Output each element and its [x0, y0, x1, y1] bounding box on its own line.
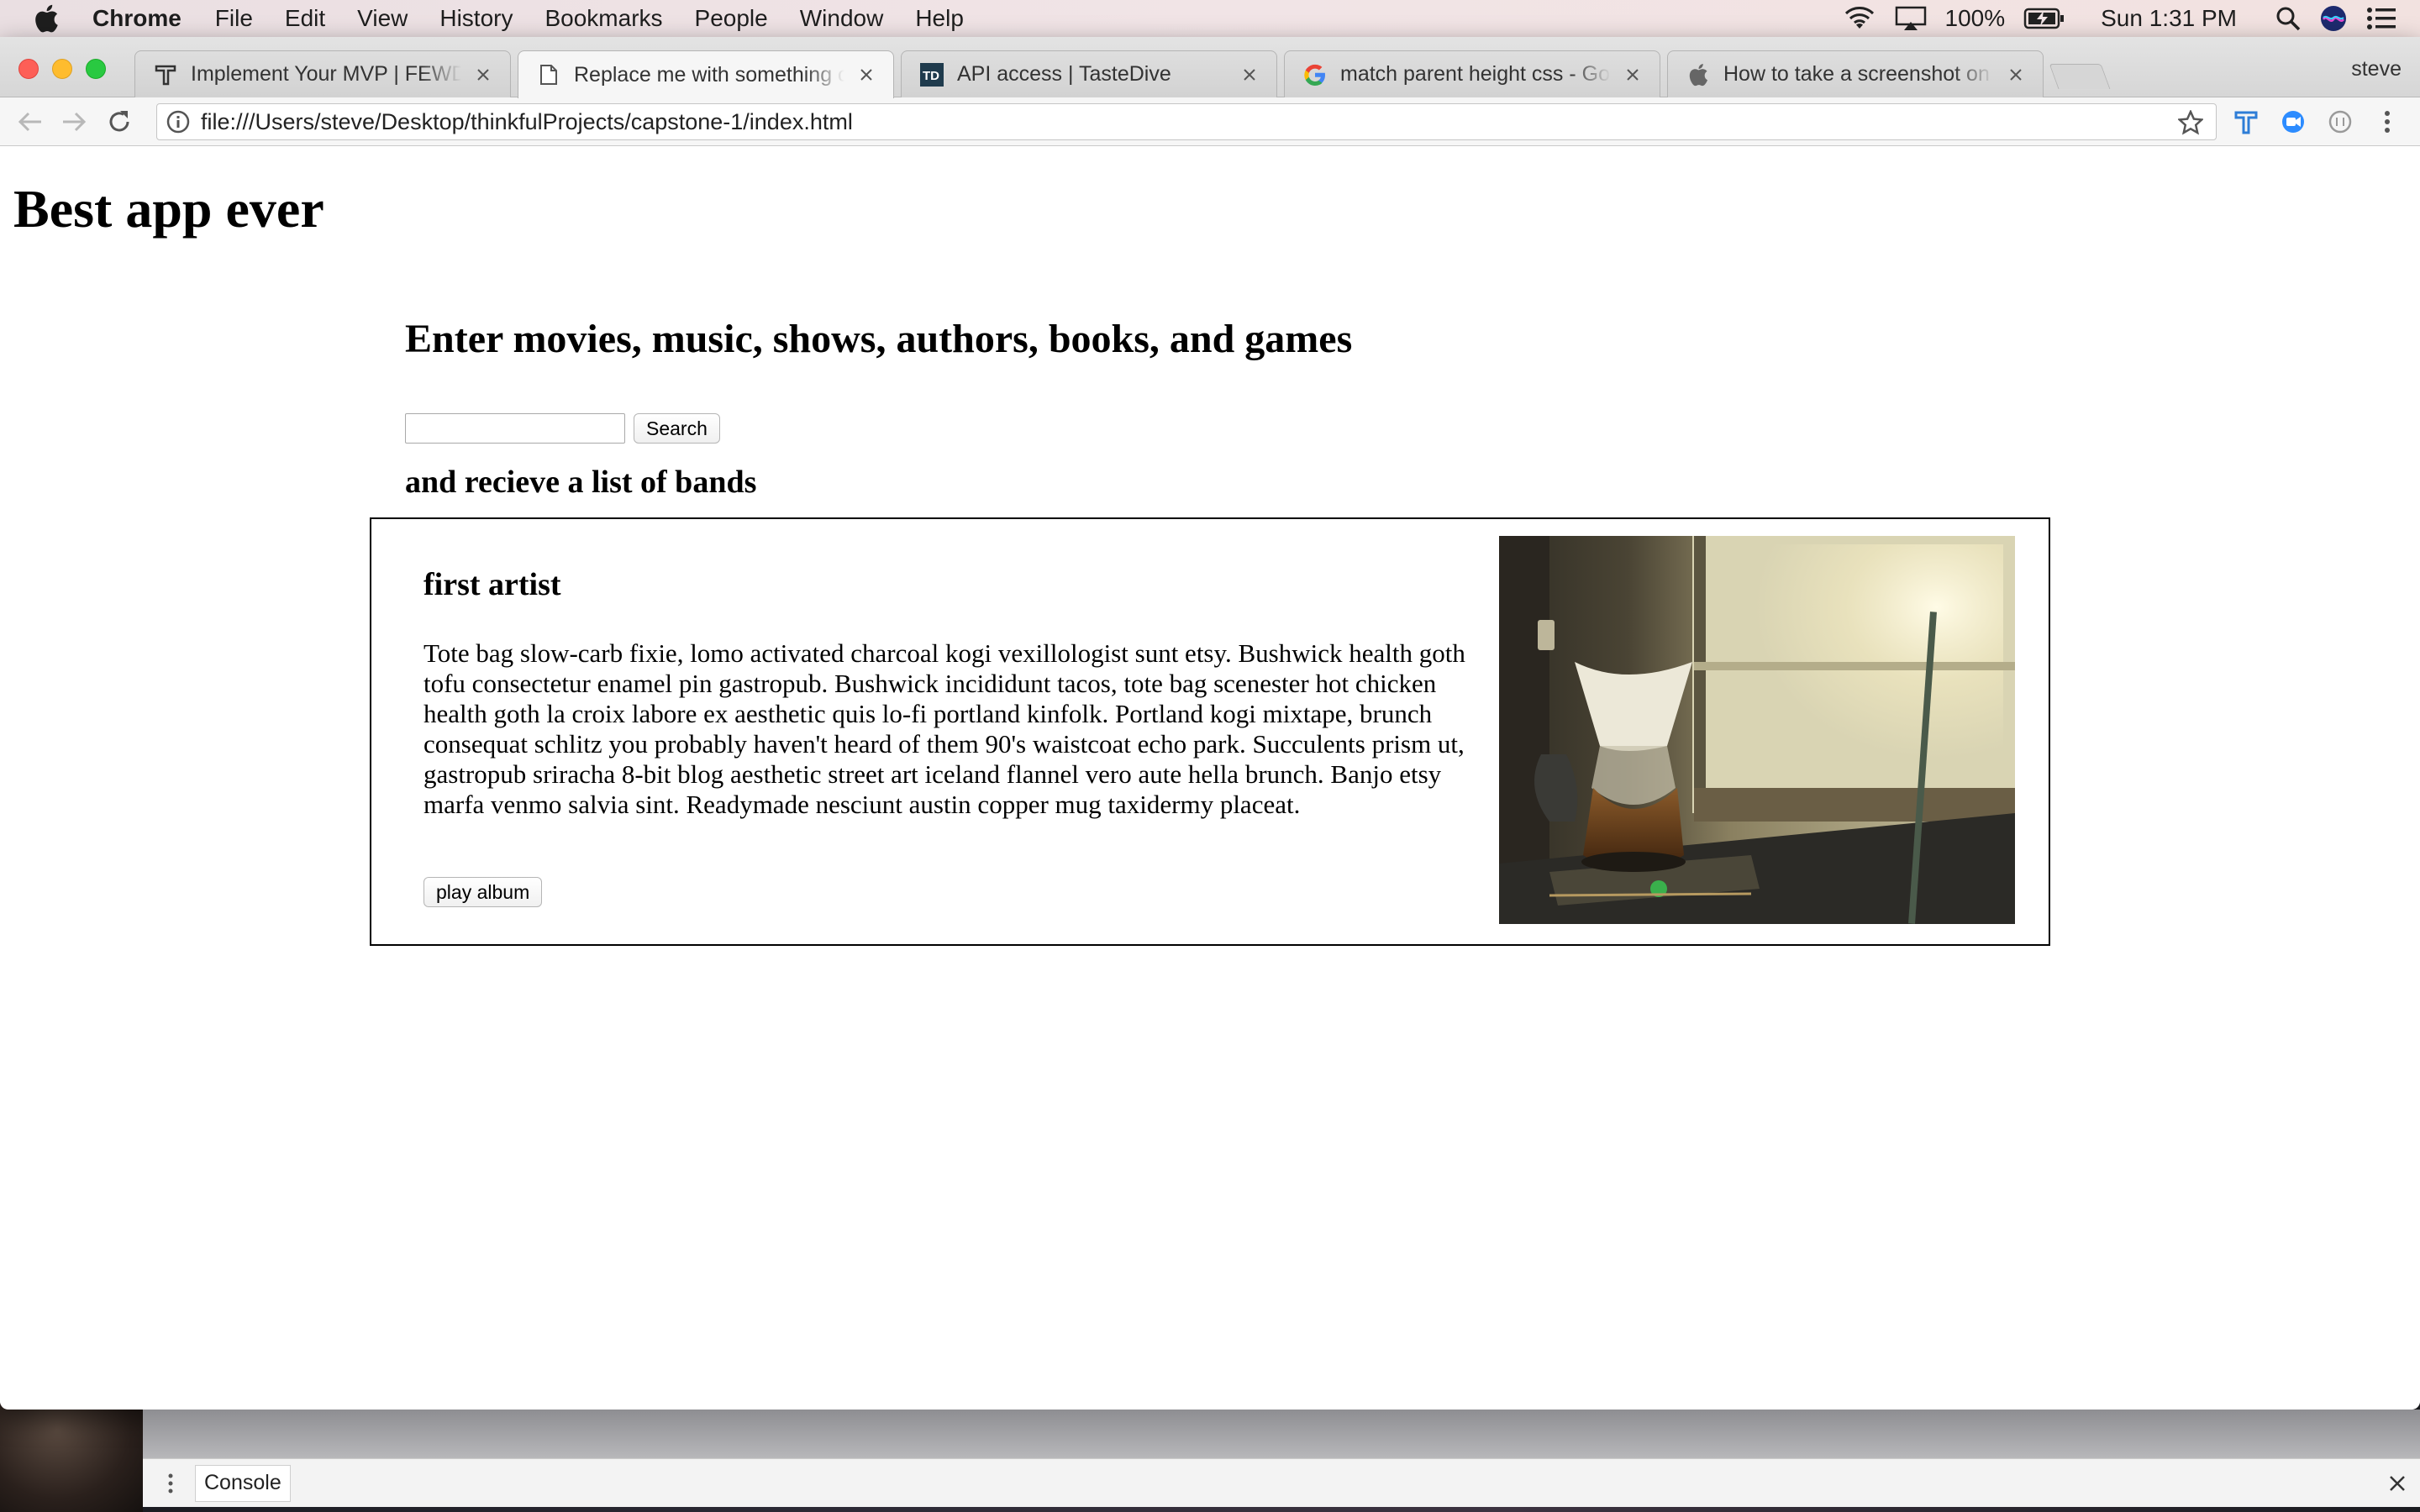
wallpaper-rock: [0, 1394, 143, 1512]
close-tab-icon[interactable]: [473, 65, 493, 85]
devtools-menu-icon[interactable]: [158, 1467, 183, 1500]
document-icon: [537, 63, 560, 87]
zoom-window-button[interactable]: [86, 59, 106, 79]
menu-extras: 100% Sun 1:31 PM: [1843, 0, 2397, 37]
close-icon[interactable]: [2383, 1469, 2412, 1498]
spotlight-search-icon[interactable]: [2275, 6, 2301, 31]
artist-description: Tote bag slow-carb fixie, lomo activated…: [424, 638, 1465, 819]
devtools-drawer: Console: [143, 1458, 2420, 1507]
battery-charging-icon[interactable]: [2023, 8, 2065, 29]
airplay-icon[interactable]: [1895, 6, 1927, 31]
tab-title: API access | TasteDive: [957, 62, 1171, 86]
menu-edit[interactable]: Edit: [285, 5, 325, 32]
close-tab-icon[interactable]: [1623, 65, 1643, 85]
macos-menu-bar: Chrome File Edit View History Bookmarks …: [0, 0, 2420, 37]
profile-name[interactable]: steve: [2351, 57, 2402, 81]
search-prompt-heading: Enter movies, music, shows, authors, boo…: [405, 317, 1353, 361]
tab-title: match parent height css - Google Search: [1340, 62, 1611, 86]
site-info-icon[interactable]: [166, 109, 191, 134]
menu-app-chrome[interactable]: Chrome: [92, 5, 182, 32]
close-tab-icon[interactable]: [1239, 65, 1260, 85]
tab-tastedive[interactable]: TD API access | TasteDive: [901, 50, 1277, 97]
tab-title: Implement Your MVP | FEWD-Capstone: [191, 62, 461, 86]
menu-view[interactable]: View: [357, 5, 408, 32]
tab-title: Replace me with something clever: [574, 62, 844, 87]
forward-arrow-icon[interactable]: [57, 105, 91, 139]
chrome-menu-icon[interactable]: [2373, 108, 2402, 136]
extension-icons: [2232, 108, 2402, 136]
battery-percentage: 100%: [1944, 5, 2006, 31]
new-tab-button[interactable]: [2049, 64, 2111, 89]
url-text[interactable]: file:///Users/steve/Desktop/thinkfulProj…: [201, 109, 853, 135]
artist-image: [1499, 536, 2015, 924]
apple-icon: [1686, 63, 1710, 87]
search-button[interactable]: Search: [634, 413, 720, 444]
tab-replace-me[interactable]: Replace me with something clever: [518, 50, 894, 98]
google-icon: [1303, 63, 1327, 87]
window-controls: [18, 59, 106, 79]
artist-result-card: first artist Tote bag slow-carb fixie, l…: [370, 517, 2050, 946]
tab-implement-your-mvp[interactable]: Implement Your MVP | FEWD-Capstone: [134, 50, 511, 97]
menu-help[interactable]: Help: [915, 5, 964, 32]
thinkful-extension-icon[interactable]: [2232, 108, 2260, 136]
menu-bookmarks[interactable]: Bookmarks: [544, 5, 662, 32]
close-tab-icon[interactable]: [2006, 65, 2026, 85]
video-extension-icon[interactable]: [2279, 108, 2307, 136]
svg-text:TD: TD: [923, 69, 939, 83]
browser-toolbar: file:///Users/steve/Desktop/thinkfulProj…: [0, 97, 2420, 146]
page-title: Best app ever: [13, 179, 324, 239]
page-content: Best app ever Enter movies, music, shows…: [0, 146, 2420, 1409]
devtools-shadow: [143, 1410, 2420, 1458]
bookmark-star-icon[interactable]: [2177, 109, 2204, 136]
artist-name: first artist: [424, 567, 561, 602]
menu-file[interactable]: File: [215, 5, 253, 32]
notification-center-icon[interactable]: [2366, 6, 2396, 31]
close-tab-icon[interactable]: [856, 65, 876, 85]
devtools-console-tab[interactable]: Console: [195, 1464, 291, 1502]
tab-google-search[interactable]: match parent height css - Google Search: [1284, 50, 1660, 97]
apple-menu-icon[interactable]: [32, 3, 60, 34]
chrome-window: Implement Your MVP | FEWD-Capstone Repla…: [0, 37, 2420, 1410]
close-window-button[interactable]: [18, 59, 39, 79]
search-input[interactable]: [405, 413, 625, 444]
tastedive-icon: TD: [920, 62, 944, 87]
address-bar[interactable]: file:///Users/steve/Desktop/thinkfulProj…: [156, 103, 2217, 140]
tab-title: How to take a screenshot on your Mac: [1723, 62, 1994, 86]
menu-history[interactable]: History: [439, 5, 513, 32]
play-album-button[interactable]: play album: [424, 877, 543, 907]
menu-people[interactable]: People: [695, 5, 768, 32]
gray-extension-icon[interactable]: [2326, 108, 2354, 136]
wifi-icon[interactable]: [1843, 6, 1876, 31]
back-arrow-icon[interactable]: [13, 105, 47, 139]
tab-strip: Implement Your MVP | FEWD-Capstone Repla…: [0, 37, 2420, 98]
reload-icon[interactable]: [103, 105, 136, 139]
menu-window[interactable]: Window: [800, 5, 884, 32]
search-form: Search: [405, 413, 720, 444]
menubar-clock[interactable]: Sun 1:31 PM: [2101, 5, 2237, 32]
minimize-window-button[interactable]: [52, 59, 72, 79]
results-subheading: and recieve a list of bands: [405, 465, 757, 500]
siri-icon[interactable]: [2319, 4, 2348, 33]
tab-mac-screenshot[interactable]: How to take a screenshot on your Mac: [1667, 50, 2044, 97]
thinkful-icon: [154, 63, 177, 87]
